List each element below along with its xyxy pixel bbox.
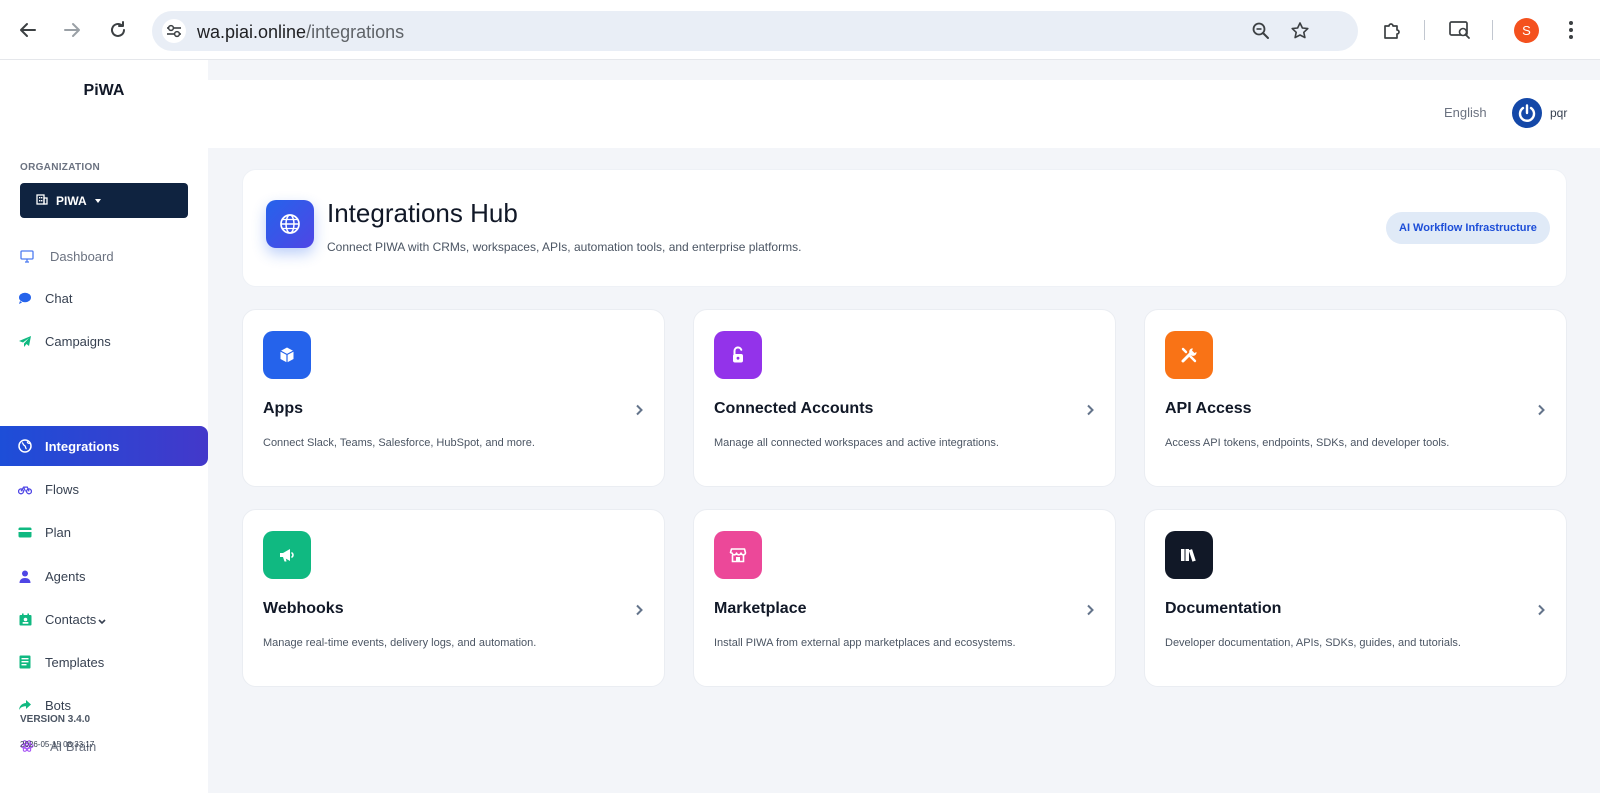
language-selector[interactable]: English bbox=[1444, 105, 1487, 120]
sidebar-item-flows[interactable]: Flows bbox=[0, 469, 208, 509]
reload-icon[interactable] bbox=[104, 16, 132, 44]
toolbar-divider bbox=[1424, 20, 1425, 40]
sidebar-item-label: Contacts bbox=[45, 611, 97, 627]
sidebar-item-label: Campaigns bbox=[45, 333, 111, 349]
profile-avatar[interactable]: S bbox=[1514, 18, 1539, 43]
url-text: wa.piai.online/integrations bbox=[197, 22, 404, 43]
card-description: Connect Slack, Teams, Salesforce, HubSpo… bbox=[263, 437, 535, 449]
tools-icon bbox=[1165, 331, 1213, 379]
sidebar-item-label: Bots bbox=[45, 697, 72, 713]
card-icon bbox=[18, 525, 32, 539]
globe-icon bbox=[266, 200, 314, 248]
integrations-hub-header: Integrations Hub Connect PIWA with CRMs,… bbox=[242, 169, 1567, 287]
card-webhooks[interactable]: Webhooks Manage real-time events, delive… bbox=[242, 509, 665, 687]
page-subtitle: Connect PIWA with CRMs, workspaces, APIs… bbox=[327, 240, 802, 254]
card-title: API Access bbox=[1165, 400, 1252, 417]
app-header bbox=[208, 80, 1600, 148]
sidebar-item-chat[interactable]: Chat bbox=[0, 278, 208, 318]
url-host: wa.piai.online bbox=[197, 22, 307, 42]
page-title: Integrations Hub bbox=[327, 198, 518, 228]
organization-dropdown[interactable]: PIWA bbox=[20, 183, 188, 218]
sidebar-item-dashboard[interactable]: Dashboard bbox=[0, 236, 208, 276]
store-icon bbox=[714, 531, 762, 579]
chevron-right-icon bbox=[1538, 604, 1545, 616]
monitor-icon bbox=[20, 249, 34, 263]
chevron-right-icon bbox=[1087, 404, 1094, 416]
sidebar-item-label: Dashboard bbox=[50, 248, 114, 264]
card-marketplace[interactable]: Marketplace Install PIWA from external a… bbox=[693, 509, 1116, 687]
organization-label: ORGANIZATION bbox=[20, 162, 101, 173]
bicycle-icon bbox=[18, 482, 32, 496]
menu-kebab-icon[interactable] bbox=[1566, 18, 1576, 42]
card-title: Apps bbox=[263, 400, 303, 417]
brand-logo[interactable]: PiWA bbox=[0, 82, 208, 100]
address-bar[interactable]: wa.piai.online/integrations bbox=[152, 11, 1358, 51]
sidebar-item-agents[interactable]: Agents bbox=[0, 556, 208, 596]
card-documentation[interactable]: Documentation Developer documentation, A… bbox=[1144, 509, 1567, 687]
megaphone-icon bbox=[263, 531, 311, 579]
sidebar-item-templates[interactable]: Templates bbox=[0, 642, 208, 682]
sidebar-item-campaigns[interactable]: Campaigns bbox=[0, 321, 208, 361]
card-description: Manage real-time events, delivery logs, … bbox=[263, 637, 537, 649]
forward-arrow-icon[interactable] bbox=[58, 16, 86, 44]
toolbar-divider bbox=[1492, 20, 1493, 40]
app-version: VERSION 3.4.0 bbox=[20, 714, 91, 725]
chevron-right-icon bbox=[636, 404, 643, 416]
cube-icon bbox=[263, 331, 311, 379]
card-description: Install PIWA from external app marketpla… bbox=[714, 637, 1016, 649]
card-description: Developer documentation, APIs, SDKs, gui… bbox=[1165, 637, 1461, 649]
bookmark-star-icon[interactable] bbox=[1288, 19, 1312, 43]
sidebar-item-label: Templates bbox=[45, 654, 105, 670]
user-name[interactable]: pqr bbox=[1550, 106, 1567, 120]
unlock-icon bbox=[714, 331, 762, 379]
card-description: Access API tokens, endpoints, SDKs, and … bbox=[1165, 437, 1450, 449]
sidebar-item-label: Integrations bbox=[45, 438, 120, 454]
status-badge: AI Workflow Infrastructure bbox=[1386, 212, 1550, 244]
server-timestamp: 2026-05-15 08:33:17 bbox=[20, 740, 95, 749]
address-book-icon bbox=[18, 612, 32, 626]
back-arrow-icon[interactable] bbox=[14, 16, 42, 44]
document-icon bbox=[18, 655, 32, 669]
chevron-right-icon bbox=[1538, 404, 1545, 416]
card-connected-accounts[interactable]: Connected Accounts Manage all connected … bbox=[693, 309, 1116, 487]
sidebar-item-plan[interactable]: Plan bbox=[0, 512, 208, 552]
chevron-right-icon bbox=[636, 604, 643, 616]
chevron-right-icon bbox=[1087, 604, 1094, 616]
sidebar-item-label: Agents bbox=[45, 568, 86, 584]
zoom-out-icon[interactable] bbox=[1249, 19, 1273, 43]
sidebar-item-label: Chat bbox=[45, 290, 73, 306]
power-icon[interactable] bbox=[1512, 98, 1542, 128]
chevron-down-icon bbox=[98, 613, 106, 628]
share-arrow-icon bbox=[18, 698, 32, 712]
tab-search-icon[interactable] bbox=[1448, 18, 1472, 42]
organization-name: PIWA bbox=[56, 193, 87, 208]
card-title: Documentation bbox=[1165, 600, 1282, 617]
extensions-puzzle-icon[interactable] bbox=[1380, 18, 1404, 42]
sidebar-item-label: Flows bbox=[45, 481, 79, 497]
site-settings-icon[interactable] bbox=[162, 19, 186, 43]
caret-down-icon bbox=[94, 198, 101, 203]
paper-plane-icon bbox=[18, 334, 32, 348]
books-icon bbox=[1165, 531, 1213, 579]
sidebar: PiWA ORGANIZATION PIWA Dashboard Chat Ca… bbox=[0, 60, 208, 793]
building-icon bbox=[36, 193, 48, 208]
sidebar-item-label: Plan bbox=[45, 524, 72, 540]
card-api-access[interactable]: API Access Access API tokens, endpoints,… bbox=[1144, 309, 1567, 487]
globe-icon bbox=[18, 439, 32, 453]
card-description: Manage all connected workspaces and acti… bbox=[714, 437, 999, 449]
sidebar-item-contacts[interactable]: Contacts bbox=[0, 599, 208, 639]
user-icon bbox=[18, 569, 32, 583]
card-title: Webhooks bbox=[263, 600, 344, 617]
card-title: Marketplace bbox=[714, 600, 807, 617]
card-title: Connected Accounts bbox=[714, 400, 874, 417]
card-apps[interactable]: Apps Connect Slack, Teams, Salesforce, H… bbox=[242, 309, 665, 487]
sidebar-item-integrations[interactable]: Integrations bbox=[0, 426, 208, 466]
browser-toolbar: wa.piai.online/integrations S bbox=[0, 0, 1600, 60]
chat-bubble-icon bbox=[18, 291, 32, 305]
url-path: /integrations bbox=[306, 22, 405, 42]
